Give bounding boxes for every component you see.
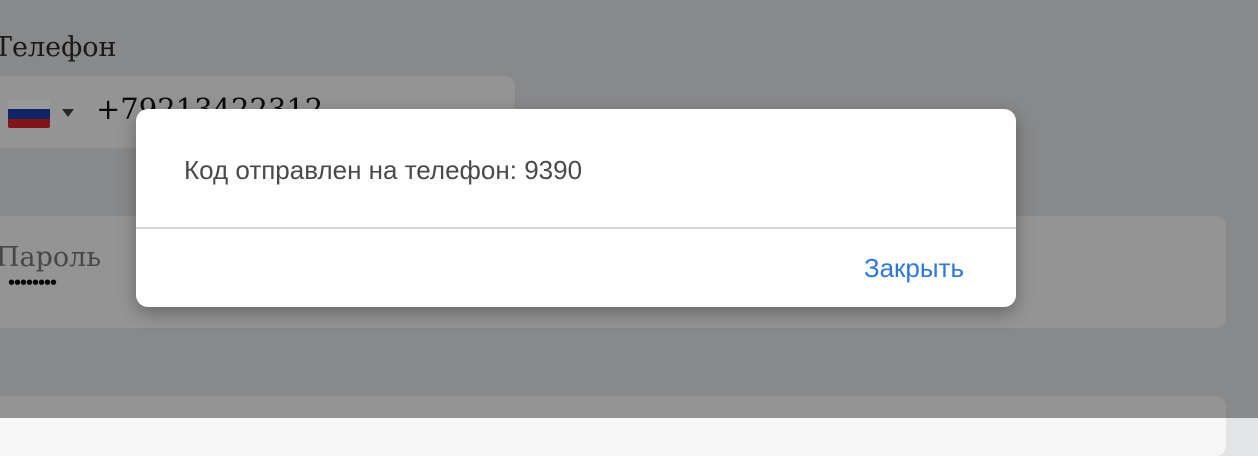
close-button[interactable]: Закрыть [864, 253, 964, 284]
dialog-message: Код отправлен на телефон: 9390 [184, 155, 583, 185]
dialog-divider [136, 227, 1016, 229]
code-sent-dialog: Код отправлен на телефон: 9390 Закрыть [136, 109, 1016, 307]
